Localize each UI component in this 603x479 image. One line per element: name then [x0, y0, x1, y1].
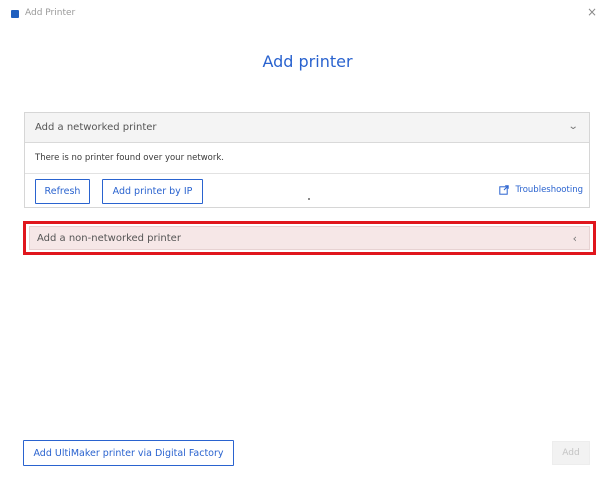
chevron-down-icon: ⌄: [567, 121, 579, 132]
no-printer-message: There is no printer found over your netw…: [35, 153, 224, 163]
panel-divider: [25, 173, 589, 174]
external-link-icon: [499, 185, 510, 195]
add-printer-by-ip-button[interactable]: Add printer by IP: [102, 179, 203, 204]
page-title: Add printer: [262, 52, 353, 71]
refresh-button[interactable]: Refresh: [35, 179, 90, 204]
close-icon[interactable]: ×: [587, 6, 597, 18]
non-networked-printer-header[interactable]: Add a non-networked printer ‹: [29, 226, 590, 250]
networked-printer-panel: Add a networked printer ⌄ There is no pr…: [24, 112, 590, 208]
window-title: Add Printer: [25, 8, 76, 18]
title-bar: Add Printer ×: [0, 0, 603, 24]
networked-printer-header-label: Add a networked printer: [35, 122, 157, 133]
networked-printer-header[interactable]: Add a networked printer ⌄: [25, 113, 589, 143]
cursor-dot: [308, 198, 310, 200]
app-icon: [11, 10, 19, 18]
non-networked-printer-header-label: Add a non-networked printer: [37, 233, 181, 244]
troubleshooting-label: Troubleshooting: [515, 185, 583, 195]
non-networked-highlight: Add a non-networked printer ‹: [23, 221, 596, 255]
add-via-digital-factory-button[interactable]: Add UltiMaker printer via Digital Factor…: [23, 440, 234, 466]
add-button[interactable]: Add: [552, 441, 590, 465]
troubleshooting-link[interactable]: Troubleshooting: [499, 185, 583, 195]
add-printer-window: Add Printer × Add printer Add a networke…: [0, 0, 603, 479]
chevron-left-icon: ‹: [572, 232, 577, 245]
